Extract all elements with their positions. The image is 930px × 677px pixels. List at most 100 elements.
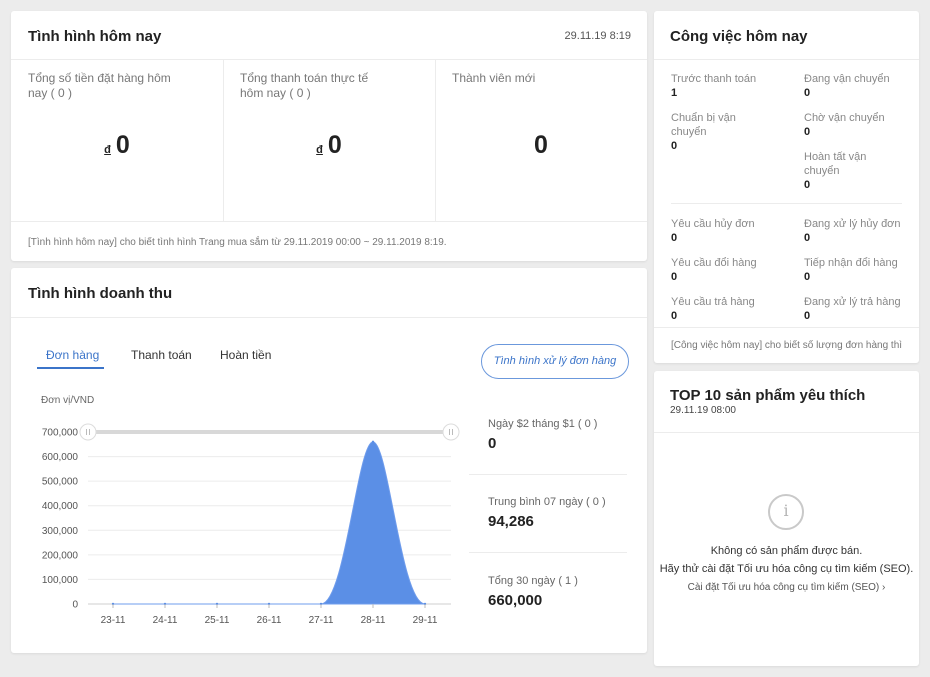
task-exchange-received[interactable]: Tiếp nhận đổi hàng 0 — [804, 256, 912, 283]
task-count: 1 — [671, 87, 678, 99]
x-tick-label: 29-11 — [413, 615, 438, 626]
task-shipment-completed[interactable]: Hoàn tất vận chuyển 0 — [804, 150, 884, 191]
metric-order-total: Tổng số tiền đặt hàng hôm nay ( 0 ) đ0 — [11, 59, 223, 221]
y-tick-label: 100,000 — [42, 575, 79, 586]
order-processing-button[interactable]: Tình hình xử lý đơn hàng — [481, 344, 629, 379]
divider — [654, 59, 919, 60]
divider — [654, 432, 919, 433]
task-label: Yêu cầu trả hàng — [671, 296, 755, 308]
data-point — [371, 440, 375, 444]
tasks-card: Công việc hôm nay Trước thanh toán 1 Đan… — [654, 11, 919, 363]
task-label: Chờ vận chuyển — [804, 112, 885, 124]
task-in-transit[interactable]: Đang vận chuyển 0 — [804, 72, 912, 99]
y-tick-label: 700,000 — [42, 428, 79, 439]
task-cancel-processing[interactable]: Đang xử lý hủy đơn 0 — [804, 217, 912, 244]
metric-label: Thành viên mới — [452, 71, 536, 85]
stat-value: 0 — [488, 435, 497, 452]
metric-new-members: Thành viên mới 0 — [435, 59, 647, 221]
divider — [11, 317, 647, 318]
y-tick-label: 400,000 — [42, 501, 79, 512]
today-footer-note: [Tình hình hôm nay] cho biết tình hình T… — [28, 237, 447, 248]
tab-orders[interactable]: Đơn hàng — [46, 348, 99, 362]
today-card: Tình hình hôm nay 29.11.19 8:19 Tổng số … — [11, 11, 647, 261]
stat-30day-total: Tổng 30 ngày ( 1 ) 660,000 — [488, 575, 578, 609]
task-awaiting-shipment[interactable]: Chờ vận chuyển 0 — [804, 111, 912, 138]
stat-7day-average: Trung bình 07 ngày ( 0 ) 94,286 — [488, 496, 606, 530]
metric-payment-total: Tổng thanh toán thực tế hôm nay ( 0 ) đ0 — [223, 59, 435, 221]
task-label: Đang vận chuyển — [804, 73, 890, 85]
currency-symbol: đ — [104, 144, 111, 156]
tasks-footer-note: [Công việc hôm nay] cho biết số lượng đơ… — [671, 340, 903, 351]
seo-settings-link[interactable]: Cài đặt Tối ưu hóa công cụ tìm kiếm (SEO… — [654, 582, 919, 593]
task-label: Đang xử lý trả hàng — [804, 296, 901, 308]
divider — [11, 221, 647, 222]
task-count: 0 — [671, 232, 678, 244]
task-count: 0 — [804, 232, 811, 244]
task-count: 0 — [671, 140, 678, 152]
x-tick-label: 28-11 — [361, 615, 386, 626]
task-label: Chuẩn bị vận chuyển — [671, 112, 736, 138]
top10-timestamp: 29.11.19 08:00 — [670, 405, 736, 416]
task-count: 0 — [804, 87, 811, 99]
top10-title: TOP 10 sản phẩm yêu thích — [670, 387, 866, 404]
empty-message: Không có sản phẩm được bán. — [710, 545, 863, 557]
x-tick-label: 24-11 — [153, 615, 178, 626]
stat-label: Trung bình 07 ngày ( 0 ) — [488, 496, 606, 508]
y-tick-label: 200,000 — [42, 550, 79, 561]
task-count: 0 — [804, 126, 811, 138]
task-count: 0 — [804, 271, 811, 283]
task-label: Tiếp nhận đổi hàng — [804, 257, 898, 269]
divider — [654, 327, 919, 328]
revenue-card: Tình hình doanh thu Đơn hàng Thanh toán … — [11, 268, 647, 653]
task-label: Hoàn tất vận chuyển — [804, 151, 867, 177]
revenue-chart: 0 100,000 200,000 300,000 400,000 500,000 600,… — [42, 423, 460, 626]
empty-hint: Hãy thử cài đặt Tối ưu hóa công cụ tìm k… — [659, 563, 914, 575]
y-tick-label: 300,000 — [42, 526, 79, 537]
divider — [469, 552, 627, 553]
y-tick-label: 600,000 — [42, 452, 79, 463]
y-tick-label: 0 — [72, 600, 78, 611]
task-label: Yêu cầu hủy đơn — [671, 218, 755, 230]
metric-label: Tổng số tiền đặt hàng hôm nay ( 0 ) — [28, 71, 171, 100]
currency-symbol: đ — [316, 144, 323, 156]
x-tick-label: 25-11 — [205, 615, 230, 626]
stat-label: Tổng 30 ngày ( 1 ) — [488, 575, 578, 587]
task-count: 0 — [671, 310, 678, 322]
chart-unit-label: Đơn vị/VND — [41, 395, 95, 406]
range-slider-handle — [442, 423, 460, 441]
task-label: Trước thanh toán — [671, 73, 757, 85]
task-return-processing[interactable]: Đang xử lý trả hàng 0 — [804, 295, 912, 322]
metric-label: Tổng thanh toán thực tế hôm nay ( 0 ) — [240, 71, 369, 100]
task-pre-payment[interactable]: Trước thanh toán 1 — [671, 72, 779, 99]
task-cancel-requests[interactable]: Yêu cầu hủy đơn 0 — [671, 217, 779, 244]
revenue-title: Tình hình doanh thu — [28, 285, 173, 302]
task-count: 0 — [804, 179, 811, 191]
chevron-right-icon: › — [882, 582, 886, 593]
divider — [671, 203, 902, 204]
today-title: Tình hình hôm nay — [28, 28, 162, 45]
stat-label: Ngày $2 tháng $1 ( 0 ) — [488, 418, 598, 430]
top10-card: TOP 10 sản phẩm yêu thích 29.11.19 08:00… — [654, 371, 919, 666]
tab-payments[interactable]: Thanh toán — [131, 348, 192, 362]
task-return-requests[interactable]: Yêu cầu trả hàng 0 — [671, 295, 779, 322]
range-slider-handle — [79, 423, 97, 441]
x-tick-label: 23-11 — [101, 615, 126, 626]
y-tick-label: 500,000 — [42, 477, 79, 488]
metric-value: đ0 — [316, 131, 342, 159]
stat-value: 94,286 — [488, 513, 534, 530]
stat-today: Ngày $2 tháng $1 ( 0 ) 0 — [488, 418, 597, 452]
today-timestamp: 29.11.19 8:19 — [564, 30, 631, 42]
task-label: Đang xử lý hủy đơn — [804, 218, 901, 230]
active-tab-indicator — [37, 367, 104, 369]
tasks-title: Công việc hôm nay — [670, 28, 808, 45]
tab-refunds[interactable]: Hoàn tiền — [220, 348, 271, 362]
task-exchange-requests[interactable]: Yêu cầu đổi hàng 0 — [671, 256, 779, 283]
task-count: 0 — [804, 310, 811, 322]
info-icon: i — [768, 494, 804, 530]
task-count: 0 — [671, 271, 678, 283]
task-label: Yêu cầu đổi hàng — [671, 257, 757, 269]
metric-value: đ0 — [104, 131, 130, 159]
task-preparing-shipment[interactable]: Chuẩn bị vận chuyển 0 — [671, 111, 751, 152]
divider — [469, 474, 627, 475]
x-tick-label: 27-11 — [309, 615, 334, 626]
